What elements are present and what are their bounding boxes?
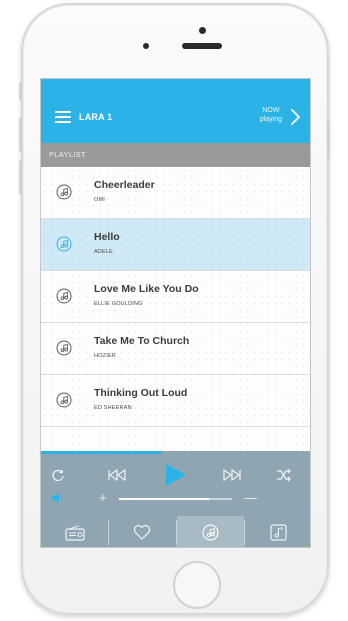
track-title: Take Me To Church (94, 335, 190, 347)
track-artist: ED SHEERAN (94, 405, 132, 411)
hamburger-menu-icon[interactable] (55, 111, 71, 123)
track-row-thinking-out-loud[interactable]: Thinking Out Loud ED SHEERAN (41, 375, 310, 427)
front-camera (143, 43, 149, 49)
playlist-section-header: PLAYLIST (41, 143, 310, 167)
now-playing-label[interactable]: NOW playing (260, 106, 282, 124)
speaker-icon[interactable] (51, 491, 65, 505)
tab-radio[interactable] (41, 516, 108, 547)
power-button (327, 120, 330, 160)
device-name: LARA 1 (79, 112, 113, 122)
previous-track-icon[interactable] (107, 468, 127, 482)
repeat-icon[interactable] (51, 468, 65, 482)
music-note-icon (202, 524, 219, 541)
music-note-icon (56, 340, 72, 356)
track-artist: HOZIER (94, 353, 116, 359)
volume-slider[interactable] (119, 498, 232, 500)
tab-favorites[interactable] (109, 516, 176, 547)
next-track-icon[interactable] (222, 468, 242, 482)
volume-down-button (19, 160, 22, 194)
track-artist: ADELE (94, 249, 114, 255)
volume-minus[interactable]: — (244, 490, 257, 506)
track-artist: OMI (94, 197, 105, 203)
mute-switch (19, 82, 22, 100)
track-row-hello[interactable]: Hello ADELE (41, 219, 310, 271)
volume-plus[interactable]: + (99, 490, 107, 506)
radio-icon (65, 525, 85, 541)
music-library-icon (270, 524, 287, 541)
page: LARA 1 NOW playing PLAYLIST Cheerleader … (0, 0, 348, 621)
volume-row: + — (41, 490, 310, 508)
heart-icon (133, 525, 151, 540)
now-playing-line1: NOW (262, 107, 280, 114)
now-playing-line2: playing (259, 116, 282, 123)
music-note-icon (56, 184, 72, 200)
player-controls: + — (41, 454, 310, 547)
track-row-cheerleader[interactable]: Cheerleader OMI (41, 167, 310, 219)
track-title: Thinking Out Loud (94, 387, 188, 399)
app-screen: LARA 1 NOW playing PLAYLIST Cheerleader … (40, 78, 311, 548)
bottom-tab-bar (41, 516, 310, 547)
tab-now-playing[interactable] (177, 516, 244, 547)
chevron-right-icon[interactable] (289, 109, 301, 125)
music-note-icon (56, 288, 72, 304)
track-title: Hello (94, 231, 120, 243)
music-note-icon (56, 392, 72, 408)
track-title: Cheerleader (94, 179, 155, 191)
home-button[interactable] (173, 561, 221, 609)
tab-library[interactable] (245, 516, 310, 547)
volume-slider-fill (119, 498, 210, 500)
music-note-icon (56, 236, 72, 252)
track-row-love-me-like-you-do[interactable]: Love Me Like You Do ELLIE GOULDING (41, 271, 310, 323)
volume-up-button (19, 118, 22, 152)
shuffle-icon[interactable] (276, 468, 292, 482)
play-icon[interactable] (162, 462, 188, 488)
earpiece-speaker (182, 43, 222, 49)
camera-dot (199, 27, 206, 34)
track-title: Love Me Like You Do (94, 283, 199, 295)
track-list: Cheerleader OMI Hello ADELE Love Me Like… (41, 167, 310, 451)
track-artist: ELLIE GOULDING (94, 301, 143, 307)
track-row-take-me-to-church[interactable]: Take Me To Church HOZIER (41, 323, 310, 375)
app-header: LARA 1 NOW playing (41, 79, 310, 143)
